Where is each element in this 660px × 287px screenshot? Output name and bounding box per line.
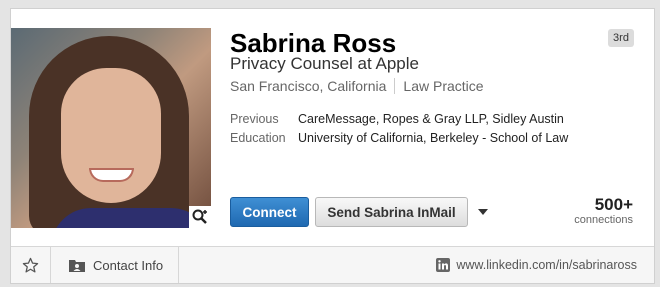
profile-card: Sabrina Ross Privacy Counsel at Apple Sa…: [10, 8, 655, 284]
connection-degree-badge: 3rd: [608, 29, 634, 47]
contact-info-label: Contact Info: [93, 257, 164, 273]
divider: [394, 78, 396, 94]
education-value[interactable]: University of California, Berkeley - Sch…: [298, 131, 568, 145]
connections-label: connections: [574, 214, 633, 226]
linkedin-icon: [436, 258, 451, 272]
send-inmail-button[interactable]: Send Sabrina InMail: [315, 197, 468, 227]
profile-footer-bar: Contact Info www.linkedin.com/in/sabrina…: [11, 246, 654, 283]
previous-label: Previous: [230, 112, 279, 126]
education-row: Education University of California, Berk…: [230, 131, 568, 145]
education-label: Education: [230, 131, 286, 145]
contact-card-icon: [69, 259, 85, 272]
profile-photo[interactable]: [11, 28, 211, 228]
contact-info-button[interactable]: Contact Info: [50, 247, 179, 283]
star-icon[interactable]: [11, 247, 51, 283]
previous-row: Previous CareMessage, Ropes & Gray LLP, …: [230, 112, 564, 126]
profile-url-text: www.linkedin.com/in/sabrinaross: [456, 258, 637, 272]
previous-value[interactable]: CareMessage, Ropes & Gray LLP, Sidley Au…: [298, 112, 564, 126]
zoom-in-icon[interactable]: [189, 206, 211, 228]
connections-count: 500+: [594, 195, 633, 214]
caret-down-icon[interactable]: [475, 205, 491, 219]
location-row: San Francisco, California Law Practice: [230, 78, 484, 94]
profile-industry[interactable]: Law Practice: [403, 78, 483, 94]
connect-button[interactable]: Connect: [230, 197, 309, 227]
profile-headline: Privacy Counsel at Apple: [230, 54, 419, 73]
profile-url[interactable]: www.linkedin.com/in/sabrinaross: [436, 247, 637, 283]
profile-location[interactable]: San Francisco, California: [230, 78, 386, 94]
